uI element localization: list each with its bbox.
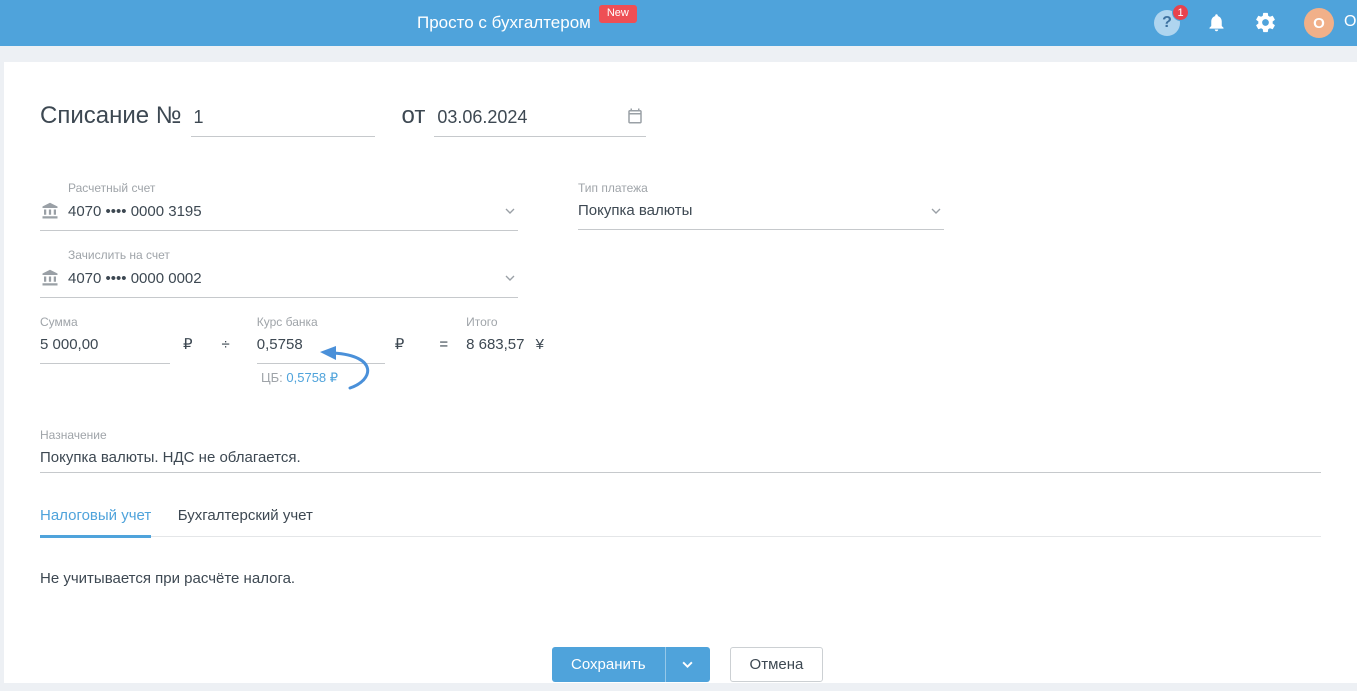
account-from-label: Расчетный счет	[68, 181, 156, 195]
document-date-input[interactable]: 03.06.2024	[434, 107, 647, 137]
help-button[interactable]: ? 1	[1154, 4, 1189, 36]
save-button[interactable]: Сохранить	[552, 647, 665, 682]
account-from-select[interactable]: Расчетный счет 4070 •••• 0000 3195	[40, 181, 518, 231]
cancel-button[interactable]: Отмена	[729, 647, 824, 682]
chevron-down-icon	[928, 203, 944, 219]
gear-icon	[1256, 12, 1275, 33]
total-value: 8 683,57	[466, 336, 525, 353]
settings-button[interactable]	[1254, 11, 1277, 39]
bank-icon	[40, 269, 60, 287]
rate-currency-sign: ₽	[394, 336, 405, 353]
chevron-down-icon	[682, 661, 693, 669]
app-title: Просто с бухгалтером	[417, 13, 591, 32]
document-title-row: Списание № 1 от 03.06.2024	[40, 102, 647, 137]
bank-icon	[40, 202, 60, 220]
payment-type-label: Тип платежа	[578, 181, 648, 195]
calendar-icon[interactable]	[626, 107, 644, 130]
account-to-select[interactable]: Зачислить на счет 4070 •••• 0000 0002	[40, 248, 518, 298]
tab-tax-accounting[interactable]: Налоговый учет	[40, 507, 152, 538]
new-badge: New	[598, 5, 637, 23]
account-to-value: 4070 •••• 0000 0002	[68, 269, 202, 287]
tab-bar: Налоговый учет Бухгалтерский учет	[40, 507, 1321, 538]
top-bar: Просто с бухгалтером New ? 1 O О	[0, 0, 1357, 46]
cb-rate-arrow-icon	[320, 346, 369, 390]
date-value: 03.06.2024	[437, 107, 528, 127]
tab-bookkeeping[interactable]: Бухгалтерский учет	[178, 507, 313, 538]
save-split-button[interactable]: Сохранить	[552, 647, 710, 682]
payment-type-select[interactable]: Тип платежа Покупка валюты	[578, 181, 944, 230]
chevron-down-icon	[502, 203, 518, 219]
username-label[interactable]: О	[1344, 13, 1356, 31]
purpose-label: Назначение	[40, 428, 107, 442]
avatar[interactable]: O	[1304, 8, 1334, 38]
document-form: Списание № 1 от 03.06.2024 Расчетный сче…	[4, 62, 1357, 683]
tab-content-text: Не учитывается при расчёте налога.	[40, 570, 296, 587]
save-options-button[interactable]	[664, 647, 710, 682]
purpose-field[interactable]: Назначение Покупка валюты. НДС не облага…	[40, 428, 1321, 473]
help-notification-badge: 1	[1172, 4, 1189, 21]
equals-sign: =	[439, 336, 449, 353]
chevron-down-icon	[502, 270, 518, 286]
divide-sign: ÷	[221, 336, 230, 353]
purpose-input[interactable]: Покупка валюты. НДС не облагается.	[40, 449, 301, 466]
account-from-value: 4070 •••• 0000 3195	[68, 202, 202, 220]
account-to-label: Зачислить на счет	[68, 248, 170, 262]
date-preposition: от	[401, 102, 426, 129]
calculation-row: Сумма 5 000,00 ₽ ÷ Курс банка 0,5758 ₽ =…	[40, 315, 544, 364]
amount-label: Сумма	[40, 315, 78, 329]
cb-rate-label: ЦБ:	[261, 370, 283, 385]
amount-input[interactable]: 5 000,00	[40, 336, 170, 364]
page-title: Списание №	[40, 102, 182, 129]
payment-type-value: Покупка валюты	[578, 202, 693, 219]
total-currency-sign: ¥	[535, 336, 544, 353]
total-label: Итого	[466, 315, 498, 329]
amount-field[interactable]: Сумма 5 000,00	[40, 315, 170, 364]
amount-currency-sign: ₽	[183, 336, 193, 353]
document-number-input[interactable]: 1	[190, 107, 375, 137]
bell-icon	[1209, 14, 1224, 32]
action-buttons: Сохранить Отмена	[552, 647, 824, 682]
bank-rate-label: Курс банка	[256, 315, 318, 329]
total-field: Итого 8 683,57 ¥	[466, 315, 544, 353]
notifications-button[interactable]	[1206, 12, 1227, 38]
